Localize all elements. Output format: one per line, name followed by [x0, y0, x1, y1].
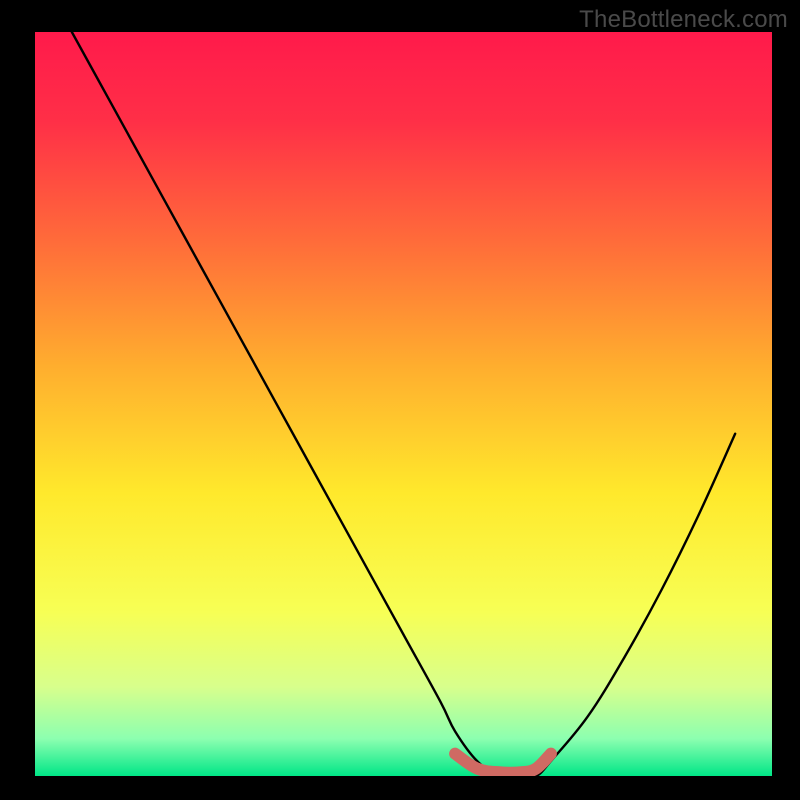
chart-frame: TheBottleneck.com — [0, 0, 800, 800]
gradient-background — [35, 32, 772, 776]
bottleneck-chart — [0, 0, 800, 800]
watermark-text: TheBottleneck.com — [579, 6, 788, 34]
